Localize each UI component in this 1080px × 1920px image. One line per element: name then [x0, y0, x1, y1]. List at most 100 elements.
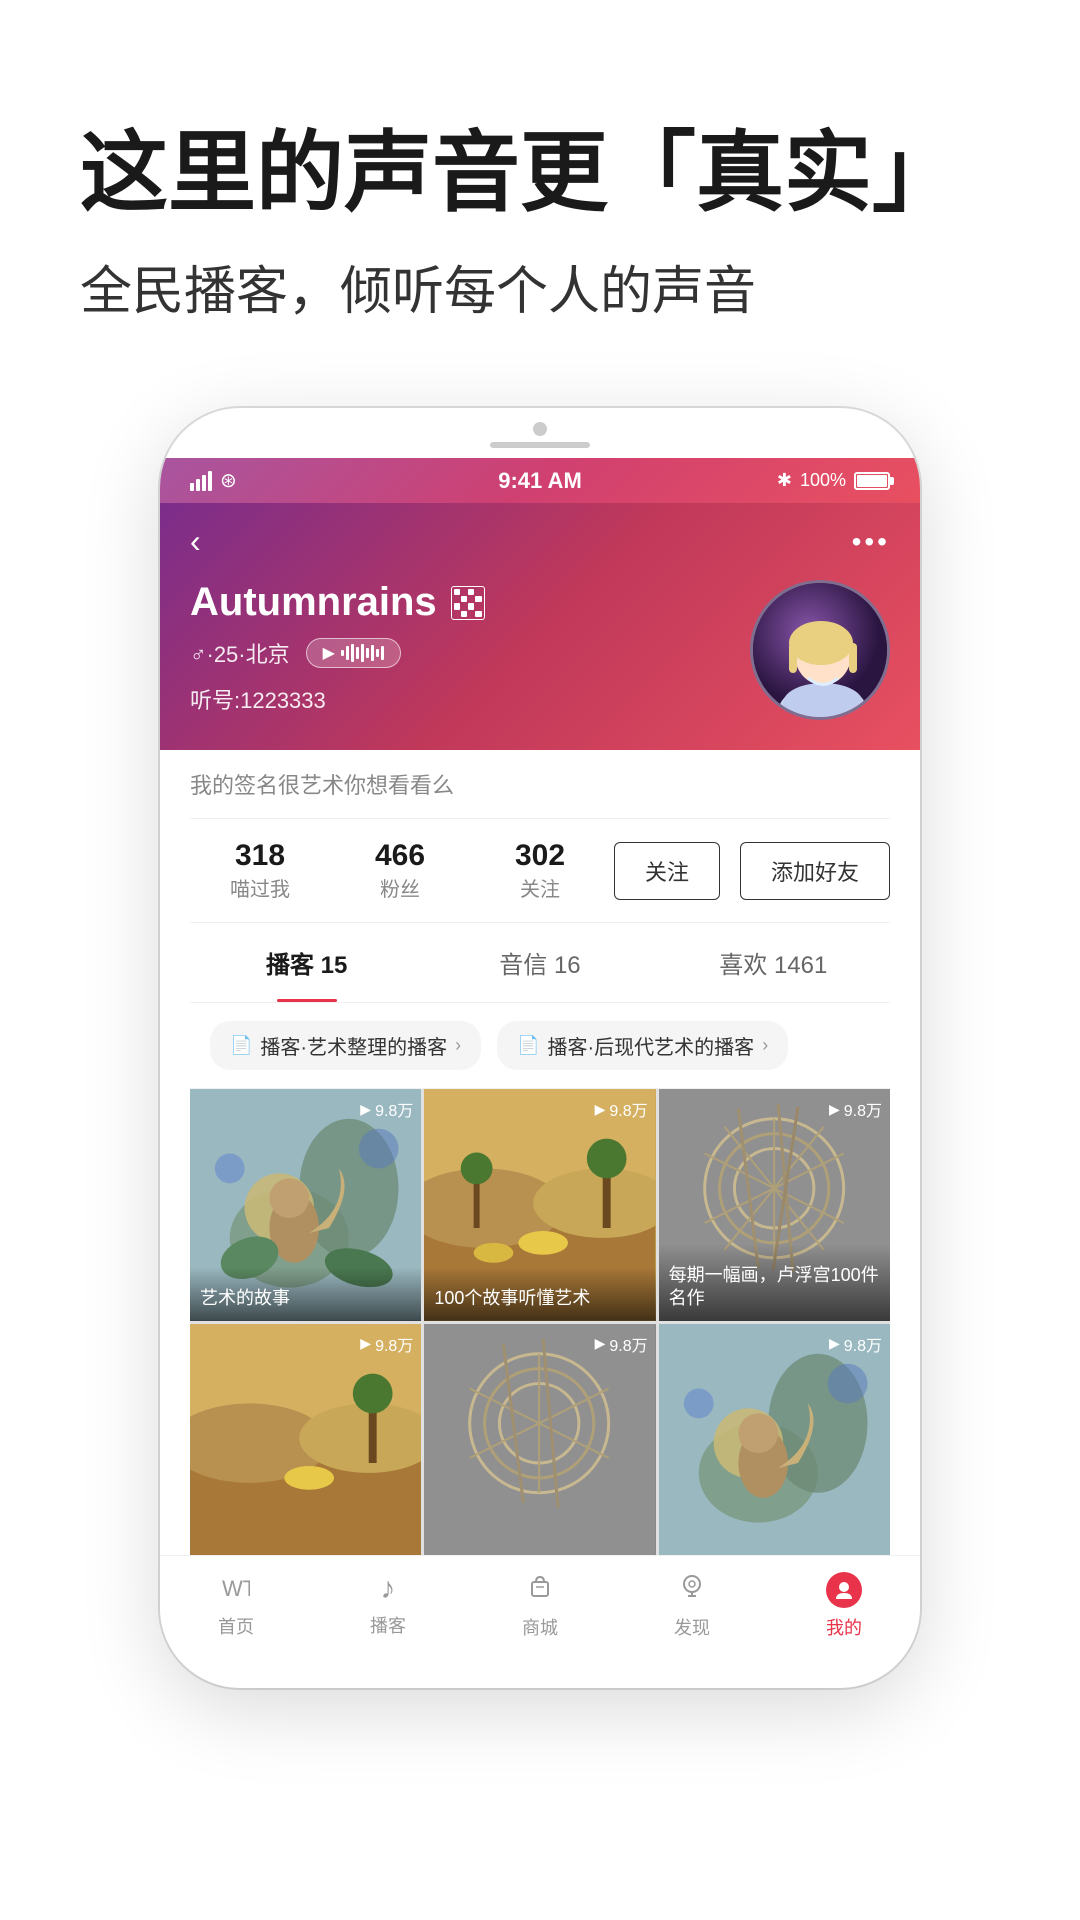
tag-icon-1: 📄: [230, 1035, 252, 1056]
voice-play-icon: ▶: [323, 643, 335, 663]
more-button[interactable]: •••: [852, 526, 890, 558]
play-icon-5: ▶: [829, 1335, 840, 1352]
signal-bar-2: [196, 479, 200, 491]
signal-bar-4: [208, 471, 212, 491]
profile-signature: 我的签名很艺术你想看看么: [190, 750, 890, 819]
wave-bar-8: [376, 649, 379, 657]
category-tags: 📄 播客·艺术整理的播客 › 📄 播客·后现代艺术的播客 ›: [190, 1003, 890, 1089]
nav-home[interactable]: WTY 首页: [160, 1572, 312, 1640]
tab-podcast[interactable]: 播客 15: [190, 923, 423, 1002]
category-tag-art[interactable]: 📄 播客·艺术整理的播客 ›: [210, 1021, 481, 1070]
card-play-count-0: ▶ 9.8万: [360, 1097, 413, 1121]
wave-bar-9: [381, 646, 384, 660]
play-icon-3: ▶: [360, 1335, 371, 1352]
profile-avatar: [750, 580, 890, 720]
card-title-1: 100个故事听懂艺术: [424, 1267, 655, 1320]
phone-notch: [160, 408, 920, 442]
qr-code-icon[interactable]: [451, 586, 485, 620]
nav-shop-label: 商城: [522, 1614, 558, 1640]
play-icon-2: ▶: [829, 1101, 840, 1118]
card-play-count-5: ▶ 9.8万: [829, 1332, 882, 1356]
profile-stats: 318 喵过我 466 粉丝 302 关注 关注 添加好友: [190, 819, 890, 923]
status-right: ✱ 100%: [777, 470, 890, 491]
category-tag-modern-art[interactable]: 📄 播客·后现代艺术的播客 ›: [497, 1021, 788, 1070]
content-card-4[interactable]: ▶ 9.8万: [424, 1324, 655, 1555]
podcast-icon: ♪: [381, 1572, 396, 1606]
voice-badge[interactable]: ▶: [306, 638, 401, 668]
profile-name: Autumnrains: [190, 580, 437, 625]
nav-shop[interactable]: 商城: [464, 1572, 616, 1640]
profile-left: Autumnrains: [190, 580, 750, 715]
play-icon-4: ▶: [595, 1335, 606, 1352]
profile-actions: 关注 添加好友: [610, 842, 890, 900]
wave-bar-5: [361, 644, 364, 662]
fans-label: 粉丝: [330, 873, 470, 902]
tag-arrow-2: ›: [762, 1035, 768, 1056]
tagline-main: 这里的声音更「真实」: [80, 120, 1000, 226]
profile-header: ‹ ••• Autumnrains: [160, 503, 920, 750]
stat-following[interactable]: 302 关注: [470, 839, 610, 902]
content-grid: ▶ 9.8万 艺术的故事: [190, 1089, 890, 1555]
wave-bar-3: [351, 644, 354, 662]
wifi-icon: ⊛: [220, 468, 237, 493]
wave-bar-6: [366, 648, 369, 658]
bottom-nav: WTY 首页 ♪ 播客: [160, 1555, 920, 1660]
card-art-svg-4: [424, 1324, 655, 1555]
status-left: ⊛: [190, 468, 237, 493]
svg-text:WTY: WTY: [222, 1576, 250, 1600]
content-card-1[interactable]: ▶ 9.8万 100个故事听懂艺术: [424, 1089, 655, 1320]
content-card-2[interactable]: ▶ 9.8万 每期一幅画，卢浮宫100件名作: [659, 1089, 890, 1320]
signal-bar-3: [202, 475, 206, 491]
card-play-count-3: ▶ 9.8万: [360, 1332, 413, 1356]
battery-fill: [857, 475, 887, 487]
swipe-bar: [160, 442, 920, 458]
swipe-bar-inner: [490, 442, 590, 448]
page-background: 这里的声音更「真实」 全民播客，倾听每个人的声音: [0, 0, 1080, 1920]
nav-podcast-label: 播客: [370, 1612, 406, 1638]
phone-mockup: ⊛ 9:41 AM ✱ 100% ‹ •••: [160, 408, 920, 1688]
phone-mockup-wrapper: ⊛ 9:41 AM ✱ 100% ‹ •••: [0, 388, 1080, 1688]
follow-button[interactable]: 关注: [614, 842, 720, 900]
tagline-sub: 全民播客，倾听每个人的声音: [80, 256, 1000, 329]
nav-podcast[interactable]: ♪ 播客: [312, 1572, 464, 1640]
battery-icon: [854, 472, 890, 490]
card-art-svg-3: [190, 1324, 421, 1555]
nav-profile-label: 我的: [826, 1614, 862, 1640]
content-card-3[interactable]: ▶ 9.8万: [190, 1324, 421, 1555]
wave-bar-1: [341, 650, 344, 656]
play-icon-0: ▶: [360, 1101, 371, 1118]
tab-yinxin[interactable]: 音信 16: [423, 923, 656, 1002]
profile-listener-id: 听号:1223333: [190, 683, 750, 715]
card-title-2: 每期一幅画，卢浮宫100件名作: [659, 1244, 890, 1321]
following-label: 关注: [470, 873, 610, 902]
nav-profile[interactable]: 我的: [768, 1572, 920, 1640]
add-friend-button[interactable]: 添加好友: [740, 842, 890, 900]
nav-discover-label: 发现: [674, 1614, 710, 1640]
liked-me-count: 318: [190, 839, 330, 873]
stat-fans[interactable]: 466 粉丝: [330, 839, 470, 902]
content-tabs: 播客 15 音信 16 喜欢 1461: [190, 923, 890, 1003]
tab-likes[interactable]: 喜欢 1461: [657, 923, 890, 1002]
card-title-0: 艺术的故事: [190, 1267, 421, 1320]
stat-liked-me[interactable]: 318 喵过我: [190, 839, 330, 902]
fans-count: 466: [330, 839, 470, 873]
content-card-5[interactable]: ▶ 9.8万: [659, 1324, 890, 1555]
card-play-count-1: ▶ 9.8万: [595, 1097, 648, 1121]
nav-home-label: 首页: [218, 1613, 254, 1639]
wave-bar-7: [371, 645, 374, 661]
following-count: 302: [470, 839, 610, 873]
tagline-section: 这里的声音更「真实」 全民播客，倾听每个人的声音: [0, 0, 1080, 388]
signal-bar-1: [190, 483, 194, 491]
nav-discover[interactable]: 发现: [616, 1572, 768, 1640]
battery-percentage: 100%: [800, 470, 846, 491]
tag-arrow-1: ›: [455, 1035, 461, 1056]
wave-bar-2: [346, 646, 349, 660]
profile-meta: ♂·25·北京 ▶: [190, 637, 750, 669]
back-button[interactable]: ‹: [190, 523, 201, 560]
avatar-image: [753, 583, 887, 717]
profile-gender-age: ♂·25·北京: [190, 637, 290, 669]
signal-icon: [190, 471, 212, 491]
content-card-0[interactable]: ▶ 9.8万 艺术的故事: [190, 1089, 421, 1320]
wave-bar-4: [356, 647, 359, 659]
shop-icon: [526, 1572, 554, 1608]
